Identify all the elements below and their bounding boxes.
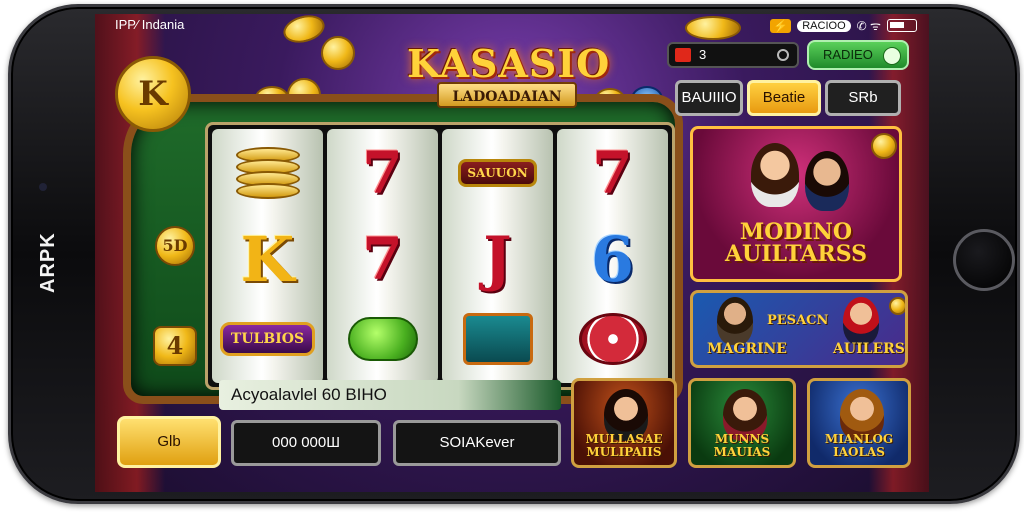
symbol-coin-stack — [212, 133, 323, 213]
reel-1: K TULBIOS — [212, 129, 323, 383]
tab-2-active[interactable]: Beatie — [747, 80, 821, 116]
promo-line-3: AUILERS — [833, 341, 905, 357]
home-button[interactable] — [953, 229, 1015, 291]
game-card-2[interactable]: MUNNS MAUIAS — [688, 378, 796, 468]
player-avatar — [717, 297, 753, 345]
game-card-label: MUNNS MAUIAS — [713, 432, 771, 459]
symbol-badge: SAUUON — [442, 133, 553, 213]
symbol-green-gem — [327, 299, 438, 379]
k-coin-icon: K — [115, 56, 191, 132]
coin-icon — [889, 297, 905, 315]
radio-button[interactable]: RADIEO — [807, 40, 909, 70]
game-card-3[interactable]: MIANLOG IAOLAS — [807, 378, 911, 468]
flag-icon — [675, 48, 691, 62]
phone-brand-label: ARPK — [37, 232, 59, 293]
game-screen: IPP⁄ Indania ⚡ RACIOO ✆ ᯤ K KASASIO LADO… — [95, 14, 929, 492]
coin-icon — [685, 16, 741, 40]
logo-title: KASASIO — [407, 41, 611, 86]
symbol-seven: 7 — [362, 225, 403, 293]
symbol-j: J — [483, 224, 512, 294]
stage: ARPK IPP⁄ Indania ⚡ RACIOO ✆ ᯤ K KASASIO… — [0, 0, 1024, 512]
promo-card-featured[interactable]: MODINO AUILTARSS — [690, 126, 902, 282]
game-logo: KASASIO LADOADAIAN — [407, 41, 611, 122]
flash-icon: ⚡ — [770, 18, 792, 33]
coin-icon — [321, 36, 355, 70]
symbol-six: 6 — [590, 222, 635, 296]
game-card-1[interactable]: MULLASAE MULIPAIIS — [571, 378, 677, 468]
host-avatar — [751, 143, 799, 207]
symbol-seven: 7 — [362, 139, 403, 207]
radio-button-label: RADIEO — [823, 47, 873, 62]
coin-icon — [871, 133, 897, 159]
reel-badge-label: SAUUON — [458, 159, 537, 187]
promo-line-1: PESACN — [767, 313, 829, 328]
symbol-k: K — [240, 222, 295, 296]
reel-badge-label: TULBIOS — [219, 322, 316, 356]
promo-title: MODINO AUILTARSS — [724, 219, 868, 267]
coin-icon — [280, 14, 328, 47]
gold-button[interactable]: Glb — [117, 416, 221, 468]
player-avatar — [843, 297, 879, 345]
promo-card-people[interactable]: PESACN MAGRINE AUILERS — [690, 290, 908, 368]
logo-subtitle: LADOADAIAN — [437, 82, 577, 108]
symbol-poker-chip — [557, 299, 668, 379]
game-card-label: MULLASAE MULIPAIIS — [585, 432, 663, 459]
host-avatar — [805, 151, 849, 211]
reel-4: 7 6 — [557, 129, 668, 383]
front-camera — [39, 183, 47, 191]
side-coin-icon: 5D — [155, 226, 195, 266]
side-coin-icon: 4 — [153, 326, 197, 366]
signal-icon: ✆ ᯤ — [856, 19, 881, 33]
balance-value: 3 — [699, 47, 707, 62]
balance-field[interactable]: 3 — [667, 42, 799, 68]
status-carrier: IPP⁄ Indania — [115, 17, 185, 32]
action-button[interactable]: SOIAKever — [393, 420, 561, 466]
reel-2: 7 7 — [327, 129, 438, 383]
symbol-seven: 7 — [592, 139, 633, 207]
tab-1[interactable]: BAUIIIO — [675, 80, 743, 116]
status-label: RACIOO — [797, 19, 851, 32]
tab-3[interactable]: SRb — [825, 80, 901, 116]
game-card-label: MIANLOG IAOLAS — [824, 432, 894, 459]
bet-amount-button[interactable]: 000 000Ш — [231, 420, 381, 466]
info-bar: Acyoalavlel 60 BIHO — [219, 380, 561, 410]
status-right: ⚡ RACIOO ✆ ᯤ — [770, 17, 917, 34]
battery-icon — [887, 19, 917, 32]
slot-reels[interactable]: K TULBIOS 7 7 SAUUON J 7 6 — [205, 122, 675, 390]
reel-3: SAUUON J — [442, 129, 553, 383]
settings-icon[interactable] — [777, 49, 789, 61]
check-icon — [883, 47, 901, 65]
symbol-badge: TULBIOS — [212, 299, 323, 379]
promo-line-2: MAGRINE — [707, 341, 787, 357]
symbol-chest — [442, 299, 553, 379]
